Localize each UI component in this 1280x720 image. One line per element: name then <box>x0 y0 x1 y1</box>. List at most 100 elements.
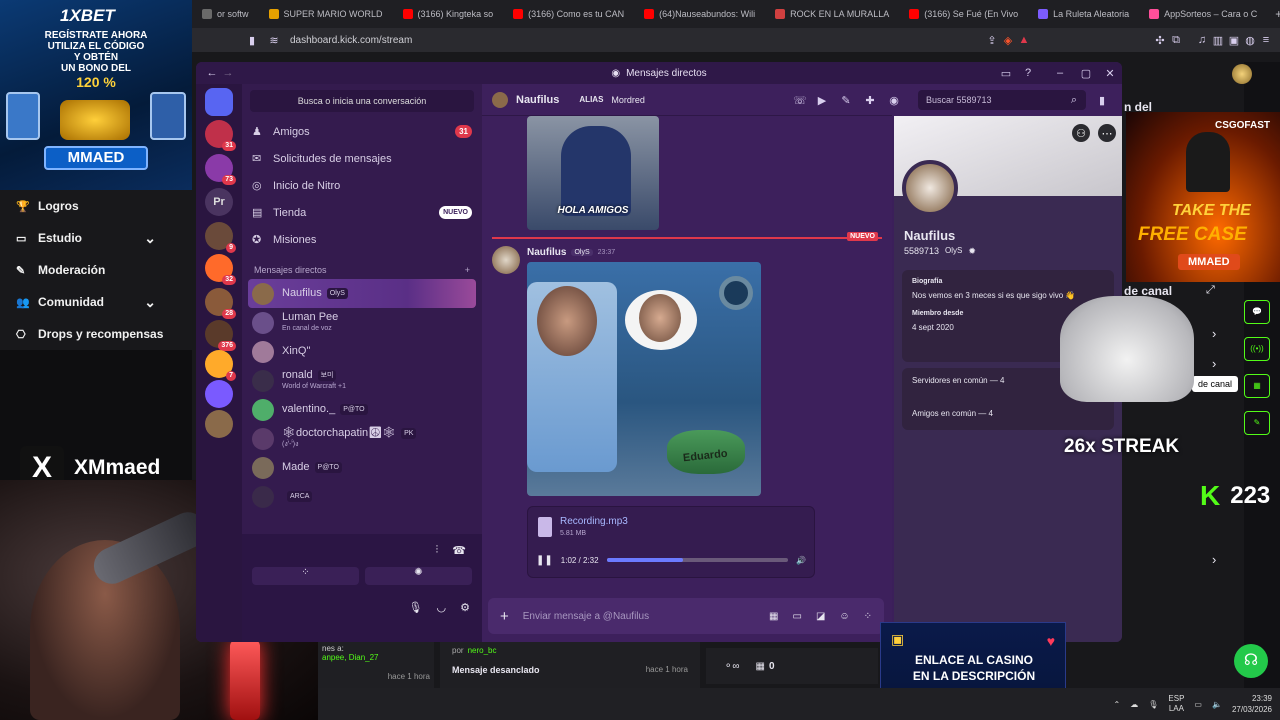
kick-nav-item[interactable]: ▭ Estudio ⌄ <box>0 222 192 254</box>
browser-tab[interactable]: SUPER MARIO WORLD <box>259 0 393 28</box>
server-icon[interactable]: 9 <box>205 222 236 253</box>
emoji-icon[interactable]: ☺ <box>839 611 849 622</box>
inbox-icon[interactable]: ▭ <box>998 65 1014 81</box>
dm-nav-item[interactable]: ▤ Tienda NUEVO <box>242 199 482 226</box>
apps-icon[interactable]: ⁘ <box>864 611 872 622</box>
back-arrow-icon[interactable]: ← <box>204 65 220 81</box>
1xbet-ad-banner[interactable]: 1XBET REGÍSTRATE AHORA UTILIZA EL CÓDIGO… <box>0 0 192 190</box>
pin-icon[interactable]: ✎ <box>838 92 854 108</box>
close-icon[interactable]: ✕ <box>1102 65 1118 81</box>
server-icon[interactable] <box>205 88 233 116</box>
minimize-icon[interactable]: – <box>1052 65 1068 81</box>
rewards-icon[interactable]: ▲ <box>1016 32 1032 48</box>
csgofast-ad[interactable]: CSGOFAST TAKE THE FREE CASE MMAED <box>1126 112 1280 282</box>
gif-icon[interactable]: ▭ <box>792 611 801 622</box>
browser-tab[interactable]: or softw <box>192 0 259 28</box>
bookmark-icon[interactable]: ▮ <box>244 32 260 48</box>
message-author[interactable]: Naufilus <box>527 247 566 258</box>
new-tab-button[interactable]: + <box>1267 7 1280 21</box>
expand-icon[interactable]: ⤢ <box>1206 284 1215 297</box>
settings-gear-icon[interactable]: ⚙ <box>460 601 470 614</box>
server-icon[interactable]: 32 <box>205 254 236 285</box>
forward-arrow-icon[interactable]: → <box>220 65 236 81</box>
browser-tab[interactable]: (3166) Se Fué (En Vivo <box>899 0 1028 28</box>
chevron-right-icon[interactable]: › <box>1212 552 1216 567</box>
browser-tab[interactable]: ROCK EN LA MURALLA <box>765 0 899 28</box>
chat-search-input[interactable]: Buscar 5589713 <box>918 90 1086 110</box>
chat-user-name[interactable]: Naufilus <box>516 94 559 106</box>
browser-tab[interactable]: (64)Nauseabundos: Wili <box>634 0 765 28</box>
menu-icon[interactable]: ≡ <box>1258 32 1274 48</box>
chevron-right-icon[interactable]: › <box>1212 326 1216 341</box>
mic-tray-icon[interactable]: 🎙 <box>1148 700 1158 709</box>
extensions-icon[interactable]: ✣ <box>1152 32 1168 48</box>
author-avatar[interactable] <box>492 246 520 274</box>
message-composer[interactable]: + Enviar mensaje a @Naufilus ▦ ▭ ◪ ☺ ⁘ <box>488 598 884 634</box>
sticker-icon[interactable]: ◪ <box>816 611 825 622</box>
video-icon[interactable]: ▶ <box>814 92 830 108</box>
browser-tab[interactable]: AppSorteos – Cara o C <box>1139 0 1267 28</box>
kick-nav-item[interactable]: 🏆 Logros <box>0 190 192 222</box>
tray-chevron-icon[interactable]: ⌃ <box>1114 700 1121 709</box>
audio-progress-track[interactable] <box>606 558 789 562</box>
dm-nav-item[interactable]: ✪ Misiones <box>242 226 482 253</box>
chevron-down-icon[interactable]: ⌄ <box>144 230 156 247</box>
dm-item[interactable]: ronald 보미 World of Warcraft +1 <box>242 366 482 395</box>
support-chat-button[interactable]: ☊ <box>1234 644 1268 678</box>
volume-icon[interactable]: 🔊 <box>796 556 806 565</box>
kick-nav-item[interactable]: ⎔ Drops y recompensas <box>0 318 192 350</box>
disconnect-icon[interactable]: ☎ <box>452 544 466 557</box>
dm-item[interactable]: Luman Pee En canal de voz <box>242 308 482 337</box>
file-name[interactable]: Recording.mp3 <box>560 516 628 527</box>
headset-icon[interactable]: ◡ <box>437 601 447 614</box>
pause-icon[interactable]: ❚❚ <box>536 555 553 566</box>
vpn-icon[interactable]: ◍ <box>1242 32 1258 48</box>
dm-item[interactable]: XinQ" <box>242 337 482 366</box>
attach-plus-icon[interactable]: + <box>500 608 509 625</box>
lang-2[interactable]: LAA <box>1168 704 1184 714</box>
add-friend-profile-icon[interactable]: ⚇ <box>1072 124 1090 142</box>
profile-avatar-kick[interactable] <box>1232 64 1252 84</box>
lang-1[interactable]: ESP <box>1168 694 1184 704</box>
browser-tab[interactable]: (3166) Kingteka so <box>393 0 504 28</box>
dm-nav-item[interactable]: ✉ Solicitudes de mensajes <box>242 145 482 172</box>
activities-button[interactable]: ⁘ <box>252 567 359 585</box>
server-icon[interactable] <box>205 380 233 408</box>
dm-item[interactable]: valentino._ P@TO <box>242 395 482 424</box>
server-icon[interactable] <box>205 410 233 438</box>
kick-nav-item[interactable]: 👥 Comunidad ⌄ <box>0 286 192 318</box>
composer-input[interactable]: Enviar mensaje a @Naufilus <box>523 611 755 622</box>
broadcast-icon[interactable]: ((•)) <box>1244 337 1270 361</box>
media-icon[interactable]: ♫ <box>1194 32 1210 48</box>
wrench-icon[interactable]: ✎ <box>1244 411 1270 435</box>
brave-shield-icon[interactable]: ◈ <box>1000 32 1016 48</box>
browser-tab[interactable]: La Ruleta Aleatoria <box>1028 0 1139 28</box>
help-icon[interactable]: ? <box>1020 65 1036 81</box>
layout-icon[interactable]: ▦ <box>1244 374 1270 398</box>
mic-icon[interactable]: 🎙 <box>409 601 423 614</box>
screenshot-icon[interactable]: ⧉ <box>1168 32 1184 48</box>
call-icon[interactable]: ☏ <box>792 92 808 108</box>
sidebar-icon[interactable]: ▥ <box>1210 32 1226 48</box>
server-icon[interactable]: 7 <box>205 350 236 381</box>
server-icon[interactable]: 376 <box>205 320 236 351</box>
dm-nav-item[interactable]: ♟ Amigos 31 <box>242 118 482 145</box>
kick-nav-item[interactable]: ✎ Moderación <box>0 254 192 286</box>
dm-nav-item[interactable]: ◎ Inicio de Nitro <box>242 172 482 199</box>
clock-time[interactable]: 23:39 <box>1232 693 1272 704</box>
server-icon[interactable]: 28 <box>205 288 236 319</box>
cloud-icon[interactable]: ☁ <box>1130 700 1138 709</box>
network-icon[interactable]: ▭ <box>1194 700 1202 709</box>
gift-icon[interactable]: ▦ <box>769 611 778 622</box>
dm-item[interactable]: 🕸doctorchapatin☮🕸 PK (ง'̀-'́)ง <box>242 424 482 453</box>
effects-button[interactable]: ✺ <box>365 567 472 585</box>
dm-item[interactable]: Made P@TO <box>242 453 482 482</box>
gif-image-hola-amigos[interactable]: HOLA AMIGOS <box>527 116 659 230</box>
server-icon[interactable]: Pr <box>205 188 233 216</box>
browser-tab[interactable]: (3166) Como es tu CAN <box>503 0 634 28</box>
chevron-down-icon[interactable]: ⌄ <box>144 294 156 311</box>
soundboard-icon[interactable]: ⫶ <box>436 544 439 557</box>
url-input[interactable]: dashboard.kick.com/stream <box>290 35 984 46</box>
meme-image[interactable]: Eduardo <box>527 262 761 496</box>
wallet-icon[interactable]: ▣ <box>1226 32 1242 48</box>
